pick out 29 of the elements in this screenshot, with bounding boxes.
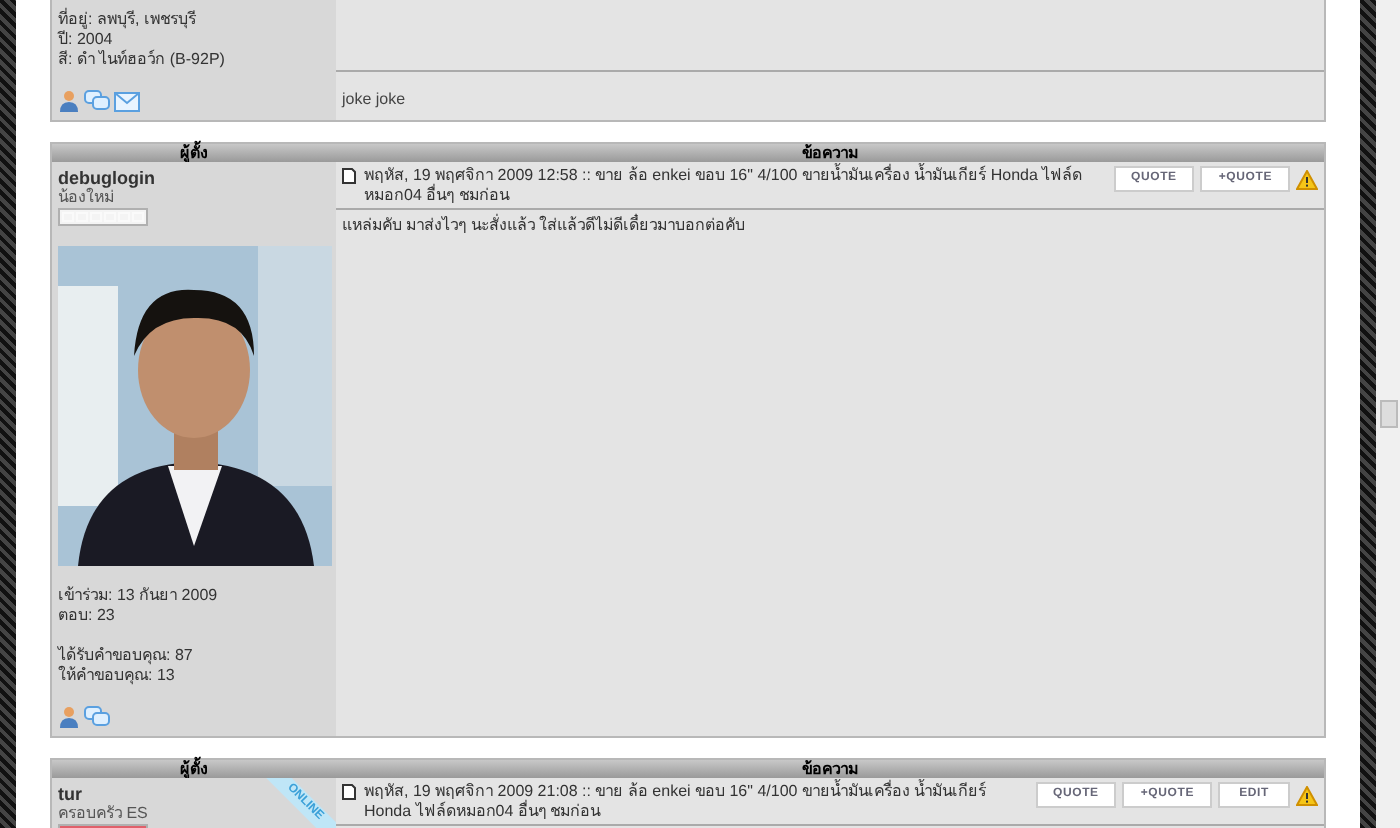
author-detail: ตอบ: 23	[58, 606, 117, 626]
envelope-icon[interactable]	[114, 91, 140, 111]
author-detail: ได้รับคำขอบคุณ: 87	[58, 646, 193, 665]
column-header: ผู้ตั้ง	[180, 144, 208, 162]
warning-icon[interactable]	[1296, 169, 1318, 189]
author-detail: เข้าร่วม: 13 กันยา 2009	[58, 586, 218, 606]
user-icon[interactable]	[58, 706, 80, 728]
column-header: ผู้ตั้ง	[180, 760, 208, 778]
column-header: ข้อความ	[802, 144, 858, 162]
warning-icon[interactable]	[1296, 785, 1318, 805]
author-detail: ให้คำขอบคุณ: 13	[58, 666, 177, 686]
chat-bubbles-icon[interactable]	[84, 706, 110, 728]
scrollbar[interactable]	[1376, 0, 1400, 828]
post-subject: พฤหัส, 19 พฤศจิกา 2009 21:08 :: ขาย ล้อ enkei ขอบ 16" 4/100 ขายน้ำมันเครื่อง น้ำมันเกียร์ Honda ไฟล์ดหมอก04 อื่นๆ ชมก่อน	[364, 782, 989, 822]
post-body: แหล่มคับ มาส่งไวๆ นะสั่งแล้ว ใส่แล้วดีไม่ดีเดี๋ยวมาบอกต่อคับ	[340, 212, 748, 238]
column-header: ข้อความ	[802, 760, 858, 778]
username[interactable]: debuglogin	[58, 168, 155, 188]
author-detail: ปี: 2004	[58, 30, 115, 49]
post-subject: พฤหัส, 19 พฤศจิกา 2009 12:58 :: ขาย ล้อ enkei ขอบ 16" 4/100 ขายน้ำมันเครื่อง น้ำมันเกียร์ Honda ไฟล์ดหมอก04 อื่นๆ ชมก่อน	[364, 166, 1085, 206]
signature: joke joke	[342, 90, 406, 108]
author-detail: สี: ดำ ไนท์ฮอว์ก (B-92P)	[58, 50, 225, 70]
username[interactable]: tur	[58, 784, 82, 804]
chat-bubbles-icon[interactable]	[84, 90, 110, 112]
document-icon	[342, 168, 356, 184]
author-detail: ที่อยู่: ลพบุรี, เพชรบุรี	[58, 10, 198, 30]
rank-title: ครอบครัว ES	[58, 804, 148, 824]
document-icon	[342, 784, 356, 800]
user-icon[interactable]	[58, 90, 80, 112]
rank-title: น้องใหม่	[58, 188, 114, 208]
